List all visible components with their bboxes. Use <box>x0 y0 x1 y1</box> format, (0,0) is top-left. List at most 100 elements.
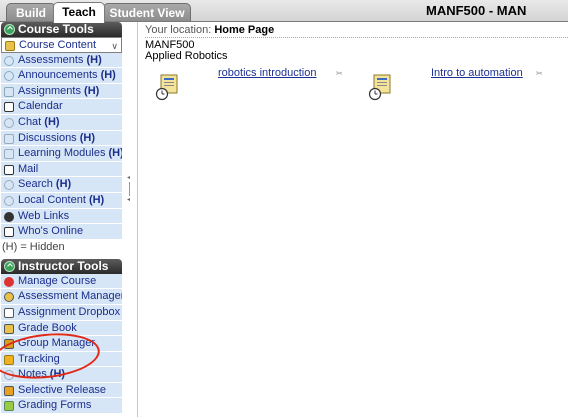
discussions-icon <box>4 133 14 144</box>
sidebar-item-label: Notes <box>18 368 50 381</box>
tab-teach[interactable]: Teach <box>53 2 105 23</box>
sidebar-item-mail[interactable]: Mail <box>1 161 122 178</box>
instructor-tools-title: Instructor Tools <box>18 258 109 273</box>
sidebar-item-label: Calendar <box>18 100 63 113</box>
tab-bar: Build Teach Student View MANF500 - MAN <box>0 0 568 23</box>
sidebar-item-whos-online[interactable]: Who's Online <box>1 224 122 240</box>
sidebar-item-label: Local Content <box>18 193 89 206</box>
resize-grip-icon[interactable] <box>129 182 130 196</box>
sidebar-item-search[interactable]: Search (H) <box>1 177 122 193</box>
whos-online-icon <box>4 227 14 238</box>
sidebar-item-label: Learning Modules <box>18 147 109 160</box>
sidebar-item-label: Course Content <box>19 39 97 51</box>
sidebar-item-grade-book[interactable]: Grade Book <box>1 320 122 337</box>
sidebar-item-label: Grade Book <box>18 321 77 334</box>
local-content-icon <box>4 195 14 206</box>
mail-icon <box>4 164 14 175</box>
hidden-marker: (H) <box>49 368 66 381</box>
web-links-icon <box>4 211 14 222</box>
sidebar-item-assignment-dropbox[interactable]: Assignment Dropbox <box>1 304 122 321</box>
action-menu-icon[interactable]: ✂ <box>536 69 545 78</box>
hidden-marker: (H) <box>88 193 105 206</box>
content-link[interactable]: Intro to automation <box>431 67 523 79</box>
sidebar-item-label: Assignments <box>18 84 85 97</box>
action-menu-icon[interactable]: ✂ <box>336 69 345 78</box>
hidden-legend: (H) = Hidden <box>2 240 65 253</box>
sidebar-item-label: Selective Release <box>18 383 107 396</box>
hidden-marker: (H) <box>108 147 122 160</box>
sidebar-item-assignments[interactable]: Assignments (H) <box>1 83 122 100</box>
sidebar-item-announcements[interactable]: Announcements (H) <box>1 68 122 84</box>
hidden-marker: (H) <box>86 53 102 66</box>
selective-release-icon <box>4 385 14 396</box>
content-link[interactable]: robotics introduction <box>218 67 316 79</box>
search-icon <box>4 180 14 191</box>
collapse-icon[interactable] <box>4 24 15 35</box>
sidebar-item-group-manager[interactable]: Group Manager <box>1 336 122 352</box>
sidebar-item-label: Tracking <box>18 352 60 365</box>
chat-icon <box>4 117 14 128</box>
breadcrumb-prefix: Your location: <box>145 24 215 36</box>
calendar-icon <box>4 102 14 113</box>
sidebar-resize-handle[interactable] <box>123 22 138 417</box>
collapse-icon[interactable] <box>4 260 15 272</box>
breadcrumb-divider <box>145 37 568 38</box>
breadcrumb-location: Home Page <box>214 24 275 36</box>
assessment-manager-icon <box>4 292 14 303</box>
sidebar-item-label: Discussions <box>18 131 80 144</box>
notes-icon <box>4 370 14 381</box>
sidebar-item-course-content[interactable]: Course Content ∨ <box>1 37 122 53</box>
main-content: Your location: Home Page MANF500 Applied… <box>138 22 568 417</box>
grading-forms-icon <box>4 401 14 412</box>
sidebar-item-web-links[interactable]: Web Links <box>1 208 122 225</box>
instructor-tools-header[interactable]: Instructor Tools <box>1 258 122 274</box>
sidebar-item-grading-forms[interactable]: Grading Forms <box>1 398 122 415</box>
learning-module-icon[interactable] <box>155 74 181 102</box>
sidebar-item-label: Assessments <box>18 53 87 66</box>
hidden-marker: (H) <box>44 115 60 128</box>
tab-student-view[interactable]: Student View <box>103 3 191 22</box>
sidebar-item-notes[interactable]: Notes (H) <box>1 367 122 383</box>
sidebar-item-learning-modules[interactable]: Learning Modules (H) <box>1 146 122 162</box>
sidebar-item-label: Search <box>18 178 56 191</box>
sidebar-item-label: Assignment Dropbox <box>18 305 121 318</box>
sidebar-item-label: Manage Course <box>18 274 97 287</box>
sidebar-item-assessments[interactable]: Assessments (H) <box>1 52 122 69</box>
sidebar-item-label: Group Manager <box>18 337 96 350</box>
sidebar-item-label: Web Links <box>18 209 70 222</box>
announcements-icon <box>4 71 14 82</box>
learning-module-icon[interactable] <box>368 74 394 102</box>
sidebar-item-label: Grading Forms <box>18 399 92 412</box>
hidden-marker: (H) <box>79 131 96 144</box>
sidebar-item-label: Mail <box>18 162 39 175</box>
collapse-arrow-icon[interactable] <box>127 176 130 179</box>
hidden-marker: (H) <box>100 69 116 82</box>
sidebar-item-discussions[interactable]: Discussions (H) <box>1 130 122 147</box>
sidebar-item-manage-course[interactable]: Manage Course <box>1 273 122 290</box>
manage-course-icon <box>4 276 14 287</box>
assignments-icon <box>4 86 14 97</box>
sidebar-item-selective-release[interactable]: Selective Release <box>1 382 122 399</box>
collapse-arrow-icon[interactable] <box>127 198 130 201</box>
course-tools-title: Course Tools <box>18 22 94 36</box>
breadcrumb: Your location: Home Page <box>145 24 274 36</box>
tab-build[interactable]: Build <box>6 3 56 22</box>
course-tools-header[interactable]: Course Tools <box>1 22 122 37</box>
chevron-down-icon[interactable]: ∨ <box>111 39 118 52</box>
sidebar-item-label: Chat <box>18 115 45 128</box>
sidebar-item-local-content[interactable]: Local Content (H) <box>1 192 122 209</box>
sidebar-item-chat[interactable]: Chat (H) <box>1 114 122 131</box>
assessments-icon <box>4 55 14 66</box>
grade-book-icon <box>4 323 14 334</box>
hidden-marker: (H) <box>55 178 72 191</box>
learning-modules-icon <box>4 149 14 160</box>
sidebar: Course Tools Course Content ∨ Assessment… <box>0 22 123 417</box>
tracking-icon <box>4 354 14 365</box>
course-name: Applied Robotics <box>145 50 228 62</box>
sidebar-item-label: Announcements <box>18 69 101 82</box>
course-title: MANF500 - MAN <box>426 3 527 18</box>
sidebar-item-calendar[interactable]: Calendar <box>1 99 122 115</box>
course-content-icon <box>5 41 15 51</box>
sidebar-item-assessment-manager[interactable]: Assessment Manager <box>1 289 122 305</box>
sidebar-item-tracking[interactable]: Tracking <box>1 351 122 368</box>
